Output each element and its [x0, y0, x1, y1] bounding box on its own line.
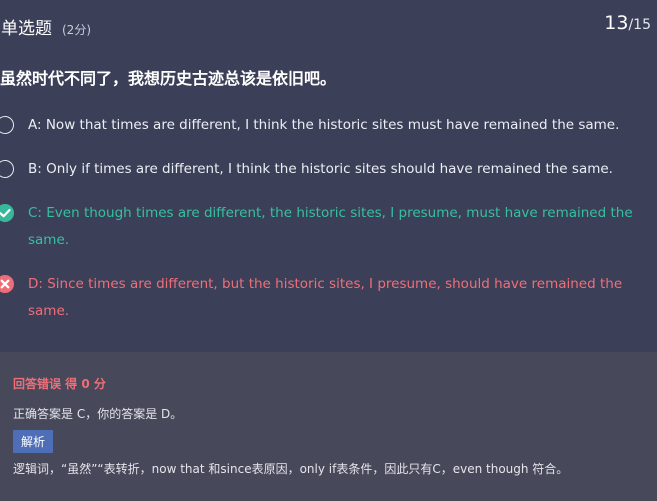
option-c-label: C: Even though times are different, the …	[28, 205, 633, 248]
correct-answer-text: 正确答案是 C，你的答案是 D。	[13, 407, 183, 421]
feedback-panel: 回答错误 得 0 分 正确答案是 C，你的答案是 D。 解析 逻辑词，“虽然”“…	[0, 352, 657, 501]
radio-empty-icon	[0, 160, 14, 178]
explanation-text: 逻辑词，“虽然”“表转折，now that 和since表原因，only if表…	[13, 462, 569, 476]
option-b-label: B: Only if times are different, I think …	[28, 161, 613, 177]
option-a[interactable]: A: Now that times are different, I think…	[0, 112, 640, 139]
option-b[interactable]: B: Only if times are different, I think …	[0, 156, 640, 183]
x-circle-icon	[0, 275, 14, 293]
radio-empty-icon	[0, 116, 14, 134]
question-type-label: 单选题	[1, 19, 52, 39]
question-counter: 13/15	[604, 12, 651, 34]
option-c[interactable]: C: Even though times are different, the …	[0, 200, 640, 254]
option-d[interactable]: D: Since times are different, but the hi…	[0, 271, 640, 325]
analysis-tag: 解析	[13, 430, 54, 453]
question-stem: 虽然时代不同了，我想历史古迹总该是依旧吧。	[0, 69, 337, 88]
option-d-label: D: Since times are different, but the hi…	[28, 276, 623, 319]
question-header: 单选题 (2分) 13/15	[0, 0, 657, 50]
result-status: 回答错误 得 0 分	[13, 377, 106, 391]
current-question-number: 13	[604, 12, 629, 34]
question-type: 单选题 (2分)	[1, 14, 91, 39]
question-score: (2分)	[62, 23, 91, 37]
option-a-label: A: Now that times are different, I think…	[28, 117, 620, 133]
options-list: A: Now that times are different, I think…	[0, 112, 640, 342]
total-questions: /15	[628, 17, 651, 33]
check-circle-icon	[0, 204, 14, 222]
